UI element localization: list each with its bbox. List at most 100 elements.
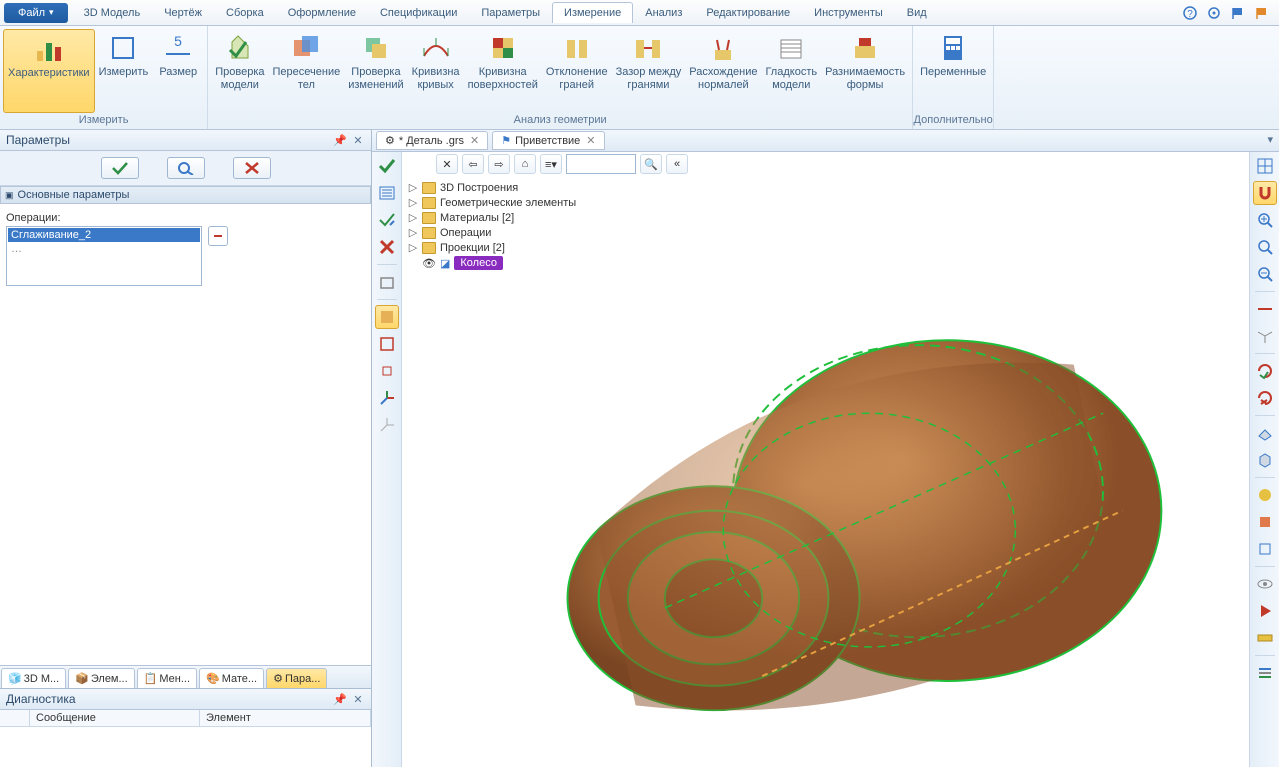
ribbon-btn-mold-release[interactable]: Разнимаемость формы xyxy=(821,29,909,113)
ribbon-btn-curve-curvature[interactable]: Кривизна кривых xyxy=(408,29,464,113)
axis-rgb-icon[interactable] xyxy=(375,386,399,410)
solid-mode-icon[interactable] xyxy=(375,305,399,329)
tab-elements[interactable]: 📦Элем... xyxy=(68,668,135,688)
tab-3d-model[interactable]: 🧊3D М... xyxy=(1,668,66,688)
pin-icon[interactable]: 📌 xyxy=(333,133,347,147)
diagnostics-body xyxy=(0,727,371,767)
collapse-icon: ▣ xyxy=(5,190,14,201)
params-section-header[interactable]: ▣ Основные параметры xyxy=(0,186,371,204)
close-icon[interactable]: ✕ xyxy=(351,133,365,147)
doc-tab-welcome[interactable]: ⚑ Приветствие ✕ xyxy=(492,131,604,150)
cancel-button[interactable] xyxy=(233,157,271,179)
ribbon-btn-check-model[interactable]: Проверка модели xyxy=(211,29,268,113)
close-tab-icon[interactable]: ✕ xyxy=(586,134,595,147)
menu-analysis[interactable]: Анализ xyxy=(633,2,694,24)
file-menu-button[interactable]: Файл ▾ xyxy=(4,3,68,23)
intersect-icon xyxy=(290,32,322,64)
ribbon-btn-dimension[interactable]: 5 Размер xyxy=(152,29,204,113)
magnet-icon[interactable] xyxy=(1253,181,1277,205)
right-pane: ⚙ * Деталь .grs ✕ ⚑ Приветствие ✕ ▾ xyxy=(372,130,1279,767)
ribbon-label: Характеристики xyxy=(8,67,90,80)
menu-parameters[interactable]: Параметры xyxy=(469,2,552,24)
viewport[interactable]: ✕ ⇦ ⇨ ⌂ ≡▾ 🔍 « ▷3D Построения ▷Геометрич… xyxy=(402,152,1249,767)
menu-measurement[interactable]: Измерение xyxy=(552,2,633,23)
box-wire-icon[interactable] xyxy=(1253,537,1277,561)
changes-icon xyxy=(360,32,392,64)
ribbon-btn-check-changes[interactable]: Проверка изменений xyxy=(344,29,407,113)
dimension-icon: 5 xyxy=(162,32,194,64)
rotate-check-icon[interactable] xyxy=(1253,359,1277,383)
close-icon[interactable]: ✕ xyxy=(351,692,365,706)
left-pane: Параметры 📌 ✕ ▣ Основные параметры Опера… xyxy=(0,130,372,767)
main-layout: Параметры 📌 ✕ ▣ Основные параметры Опера… xyxy=(0,130,1279,767)
menu-view[interactable]: Вид xyxy=(895,2,939,24)
wireframe-red-icon[interactable] xyxy=(375,332,399,356)
zoom-fit-icon[interactable] xyxy=(1253,235,1277,259)
ribbon-btn-variables[interactable]: Переменные xyxy=(916,29,990,113)
menu-tools[interactable]: Инструменты xyxy=(802,2,895,24)
menu-design[interactable]: Оформление xyxy=(276,2,368,24)
diagnostics-title: Диагностика xyxy=(6,692,76,706)
eye-toggle-icon[interactable] xyxy=(1253,572,1277,596)
axis-x-icon[interactable] xyxy=(1253,297,1277,321)
section-surface-icon[interactable] xyxy=(1253,421,1277,445)
ribbon-btn-normal-divergence[interactable]: Расхождение нормалей xyxy=(685,29,761,113)
operations-list[interactable]: Сглаживание_2 … xyxy=(6,226,202,286)
reject-icon[interactable] xyxy=(375,235,399,259)
ribbon-btn-smoothness[interactable]: Гладкость модели xyxy=(761,29,821,113)
auto-finish-icon[interactable] xyxy=(375,208,399,232)
gear-icon[interactable] xyxy=(1205,4,1223,22)
ribbon-btn-measure[interactable]: Измерить xyxy=(95,29,153,113)
layers-icon[interactable] xyxy=(1253,661,1277,685)
apply-button[interactable] xyxy=(101,157,139,179)
diagnostics-header: Диагностика 📌 ✕ xyxy=(0,689,371,710)
flag-orange-icon[interactable] xyxy=(1253,4,1271,22)
rotate-cross-icon[interactable] xyxy=(1253,386,1277,410)
ribbon-btn-surface-curvature[interactable]: Кривизна поверхностей xyxy=(464,29,542,113)
chevron-down-icon: ▾ xyxy=(49,7,54,18)
preview-button[interactable] xyxy=(167,157,205,179)
zoom-out-icon[interactable] xyxy=(1253,262,1277,286)
ribbon-btn-face-deviation[interactable]: Отклонение граней xyxy=(542,29,612,113)
menu-edit[interactable]: Редактирование xyxy=(694,2,802,24)
ribbon-btn-intersect[interactable]: Пересечение тел xyxy=(269,29,345,113)
view-toolbar-left xyxy=(372,152,402,767)
tab-materials[interactable]: 🎨Мате... xyxy=(199,668,264,688)
pin-icon[interactable]: 📌 xyxy=(333,692,347,706)
sphere-icon[interactable] xyxy=(1253,483,1277,507)
ribbon-label: Измерить xyxy=(99,66,149,79)
params-header: Параметры 📌 ✕ xyxy=(0,130,371,151)
ribbon-group-label: Анализ геометрии xyxy=(208,113,912,129)
flag-blue-icon[interactable] xyxy=(1229,4,1247,22)
help-icon[interactable]: ? xyxy=(1181,4,1199,22)
section-cube-icon[interactable] xyxy=(1253,448,1277,472)
axis-gray-icon[interactable] xyxy=(375,413,399,437)
operation-item[interactable]: Сглаживание_2 xyxy=(8,228,200,242)
tab-menu[interactable]: 📋Мен... xyxy=(137,668,197,688)
tabs-menu-icon[interactable]: ▾ xyxy=(1267,133,1273,146)
close-tab-icon[interactable]: ✕ xyxy=(470,134,479,147)
wireframe-small-icon[interactable] xyxy=(375,359,399,383)
menu-specs[interactable]: Спецификации xyxy=(368,2,469,24)
viewport-row: ✕ ⇦ ⇨ ⌂ ≡▾ 🔍 « ▷3D Построения ▷Геометрич… xyxy=(372,152,1279,767)
ribbon-group-label: Дополнительно xyxy=(913,113,993,129)
ruler-tool-icon[interactable] xyxy=(1253,626,1277,650)
menu-3d-model[interactable]: 3D Модель xyxy=(72,2,153,24)
ribbon-btn-gap[interactable]: Зазор между гранями xyxy=(612,29,686,113)
menu-drawing[interactable]: Чертёж xyxy=(152,2,214,24)
zoom-in-icon[interactable] xyxy=(1253,208,1277,232)
play-icon[interactable] xyxy=(1253,599,1277,623)
list-icon[interactable] xyxy=(375,181,399,205)
axis-iso-icon[interactable] xyxy=(1253,324,1277,348)
ribbon-btn-characteristics[interactable]: Характеристики xyxy=(3,29,95,113)
menu-assembly[interactable]: Сборка xyxy=(214,2,276,24)
doc-tab-part[interactable]: ⚙ * Деталь .grs ✕ xyxy=(376,131,488,150)
box-solid-icon[interactable] xyxy=(1253,510,1277,534)
accept-icon[interactable] xyxy=(375,154,399,178)
left-pane-fill xyxy=(0,290,371,665)
mold-icon xyxy=(849,32,881,64)
grid-icon[interactable] xyxy=(1253,154,1277,178)
remove-operation-button[interactable] xyxy=(208,226,228,246)
view-cube-icon[interactable] xyxy=(375,270,399,294)
tab-parameters[interactable]: ⚙Пара... xyxy=(266,668,327,688)
